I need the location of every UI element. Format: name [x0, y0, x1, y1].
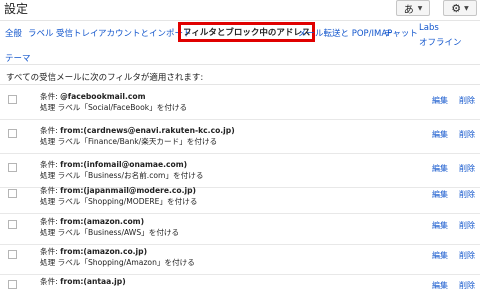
filter-row: 条件: from:(cardnews@enavi.rakuten-kc.co.j… [0, 120, 480, 154]
condition-label: 条件: [40, 217, 58, 226]
tab-offline[interactable]: オフライン [419, 36, 462, 48]
filter-action: ラベル「Business/AWS」を付ける [57, 228, 180, 237]
filter-condition: from:(infomail@onamae.com) [60, 160, 188, 169]
filter-row: 条件: from:(antaa.jp) 編集 削除 [0, 271, 480, 305]
header-divider [0, 20, 480, 21]
tab-labels[interactable]: ラベル [28, 27, 54, 39]
gear-icon: ⚙ [451, 1, 462, 15]
delete-link[interactable]: 削除 [459, 250, 475, 261]
action-label: 処理 [40, 197, 56, 206]
condition-label: 条件: [40, 92, 58, 101]
filter-checkbox[interactable] [8, 163, 17, 172]
filter-condition: from:(amazon.co.jp) [60, 247, 148, 256]
delete-link[interactable]: 削除 [459, 163, 475, 174]
tab-inbox[interactable]: 受信トレイ [56, 27, 99, 39]
action-label: 処理 [40, 228, 56, 237]
filter-checkbox[interactable] [8, 220, 17, 229]
tab-themes[interactable]: テーマ [5, 52, 31, 64]
delete-link[interactable]: 削除 [459, 129, 475, 140]
filter-condition: from:(amazon.com) [60, 217, 145, 226]
tab-labs[interactable]: Labs [419, 23, 439, 33]
delete-link[interactable]: 削除 [459, 95, 475, 106]
edit-link[interactable]: 編集 [432, 250, 448, 261]
action-label: 処理 [40, 171, 56, 180]
action-label: 処理 [40, 258, 56, 267]
filter-action: ラベル「Finance/Bank/楽天カード」を付ける [57, 137, 218, 146]
filter-row: 条件: from:(amazon.com) 処理 ラベル「Business/AW… [0, 211, 480, 245]
action-label: 処理 [40, 137, 56, 146]
condition-label: 条件: [40, 247, 58, 256]
edit-link[interactable]: 編集 [432, 129, 448, 140]
filter-condition: from:(japanmail@modere.co.jp) [60, 186, 196, 195]
filter-action: ラベル「Shopping/MODERE」を付ける [57, 197, 198, 206]
input-tools-label: あ [403, 4, 414, 16]
filter-checkbox[interactable] [8, 280, 17, 289]
edit-link[interactable]: 編集 [432, 220, 448, 231]
filter-condition: from:(antaa.jp) [60, 277, 126, 286]
edit-link[interactable]: 編集 [432, 189, 448, 200]
condition-label: 条件: [40, 186, 58, 195]
filter-action: ラベル「Social/FaceBook」を付ける [57, 103, 188, 112]
condition-label: 条件: [40, 160, 58, 169]
settings-menu-button[interactable]: ⚙ ▼ [443, 0, 477, 16]
chevron-down-icon: ▼ [417, 4, 423, 12]
filter-condition: from:(cardnews@enavi.rakuten-kc.co.jp) [60, 126, 235, 135]
list-top-divider [0, 84, 480, 85]
delete-link[interactable]: 削除 [459, 220, 475, 231]
tab-chat[interactable]: チャット [384, 27, 418, 39]
edit-link[interactable]: 編集 [432, 95, 448, 106]
page-title: 設定 [4, 2, 29, 16]
action-label: 処理 [40, 103, 56, 112]
filter-action: ラベル「Business/お名前.com」を付ける [57, 171, 204, 180]
delete-link[interactable]: 削除 [459, 189, 475, 200]
condition-label: 条件: [40, 126, 58, 135]
delete-link[interactable]: 削除 [459, 280, 475, 291]
filter-checkbox[interactable] [8, 95, 17, 104]
tabs-divider [0, 64, 480, 65]
filter-action: ラベル「Shopping/Amazon」を付ける [57, 258, 195, 267]
filter-row: 条件: from:(amazon.co.jp) 処理 ラベル「Shopping/… [0, 241, 480, 275]
filter-checkbox[interactable] [8, 129, 17, 138]
filters-intro-text: すべての受信メールに次のフィルタが適用されます: [6, 73, 204, 83]
filter-condition: @facebookmail.com [60, 92, 146, 101]
input-tools-button[interactable]: あ ▼ [396, 0, 430, 16]
tab-filters-blocked[interactable]: フィルタとブロック中のアドレス [178, 22, 316, 42]
tab-general[interactable]: 全般 [5, 27, 22, 39]
filter-row: 条件: from:(japanmail@modere.co.jp) 処理 ラベル… [0, 180, 480, 214]
chevron-down-icon: ▼ [464, 4, 469, 12]
edit-link[interactable]: 編集 [432, 163, 448, 174]
filter-checkbox[interactable] [8, 189, 17, 198]
condition-label: 条件: [40, 277, 58, 286]
filter-row: 条件: @facebookmail.com 処理 ラベル「Social/Face… [0, 86, 480, 120]
edit-link[interactable]: 編集 [432, 280, 448, 291]
tab-forwarding-pop-imap[interactable]: メール転送と POP/IMAP [298, 27, 392, 39]
filter-checkbox[interactable] [8, 250, 17, 259]
